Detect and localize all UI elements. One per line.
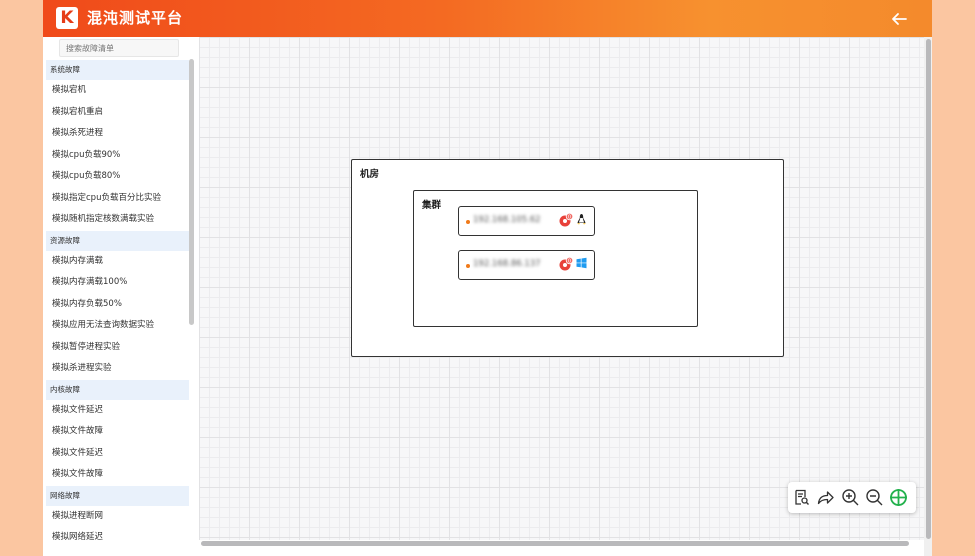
list-item[interactable]: 模拟内存满载100% — [46, 272, 189, 294]
list-item[interactable]: 模拟宕机 — [46, 80, 189, 102]
list-item[interactable]: 模拟内存负载50% — [46, 294, 189, 316]
sidebar-scrollbar[interactable] — [189, 59, 194, 325]
category-network[interactable]: 网络故障 — [46, 485, 189, 506]
zoom-out-button[interactable] — [865, 488, 884, 507]
room-node[interactable]: 机房 集群 192.168.105.62 0 192.168.86.137 0 — [351, 159, 784, 357]
back-button[interactable] — [888, 8, 910, 30]
fault-search-input[interactable] — [59, 39, 179, 57]
fit-center-button[interactable] — [889, 488, 908, 507]
category-kernel[interactable]: 内核故障 — [46, 379, 189, 400]
category-system[interactable]: 系统故障 — [46, 60, 189, 80]
share-button[interactable] — [816, 488, 835, 507]
list-item[interactable]: 模拟随机指定核数满载实验 — [46, 209, 189, 231]
canvas-vertical-scrollbar[interactable] — [924, 37, 932, 556]
list-item[interactable]: 模拟cpu负载80% — [46, 166, 189, 188]
canvas-horizontal-scrollbar[interactable] — [199, 540, 924, 556]
host-ip: 192.168.86.137 — [473, 259, 541, 269]
room-label: 机房 — [360, 169, 380, 180]
app-logo: K — [56, 7, 78, 29]
list-item[interactable]: 模拟文件故障 — [46, 464, 189, 486]
svg-text:0: 0 — [568, 258, 571, 264]
fault-list: 系统故障 模拟宕机 模拟宕机重启 模拟杀死进程 模拟cpu负载90% 模拟cpu… — [46, 60, 189, 549]
list-item[interactable]: 模拟杀死进程 — [46, 123, 189, 145]
scroll-thumb[interactable] — [926, 39, 931, 539]
svg-text:0: 0 — [568, 214, 571, 220]
host-node[interactable]: 192.168.105.62 0 — [458, 206, 595, 236]
topology-canvas[interactable]: 机房 集群 192.168.105.62 0 192.168.86.137 0 — [199, 37, 924, 540]
list-item[interactable]: 模拟应用无法查询数据实验 — [46, 315, 189, 337]
share-forward-icon — [817, 491, 834, 505]
zoom-out-icon — [866, 489, 883, 506]
category-resource[interactable]: 资源故障 — [46, 230, 189, 251]
list-item[interactable]: 模拟文件故障 — [46, 421, 189, 443]
cluster-node[interactable]: 集群 192.168.105.62 0 192.168.86.137 0 — [413, 190, 698, 327]
list-item[interactable]: 模拟杀进程实验 — [46, 358, 189, 380]
linux-icon — [577, 214, 586, 225]
zoom-in-icon — [842, 489, 859, 506]
graph-toolbar — [788, 482, 916, 513]
host-node[interactable]: 192.168.86.137 0 — [458, 250, 595, 280]
fault-sidebar: 系统故障 模拟宕机 模拟宕机重启 模拟杀死进程 模拟cpu负载90% 模拟cpu… — [43, 37, 199, 556]
search-document-icon — [795, 489, 809, 505]
fault-badge-icon[interactable]: 0 — [559, 213, 573, 227]
status-dot — [466, 264, 470, 268]
app-window: K 混沌测试平台 系统故障 模拟宕机 模拟宕机重启 模拟杀死进程 模拟cpu负载… — [43, 0, 932, 556]
list-item[interactable]: 模拟文件延迟 — [46, 443, 189, 465]
list-item[interactable]: 模拟内存满载 — [46, 251, 189, 273]
list-item[interactable]: 模拟暂停进程实验 — [46, 337, 189, 359]
scroll-thumb[interactable] — [201, 541, 909, 546]
cluster-label: 集群 — [422, 200, 442, 211]
zoom-in-button[interactable] — [841, 488, 860, 507]
status-dot — [466, 220, 470, 224]
preview-button[interactable] — [792, 488, 811, 507]
host-ip: 192.168.105.62 — [473, 215, 541, 225]
list-item[interactable]: 模拟指定cpu负载百分比实验 — [46, 188, 189, 210]
windows-icon — [576, 257, 587, 269]
fit-center-icon — [890, 489, 907, 506]
app-title: 混沌测试平台 — [87, 9, 184, 27]
arrow-left-icon — [892, 13, 907, 25]
list-item[interactable]: 模拟网络延迟 — [46, 527, 189, 549]
list-item[interactable]: 模拟进程断网 — [46, 506, 189, 528]
header-bar: K 混沌测试平台 — [43, 0, 932, 37]
fault-badge-icon[interactable]: 0 — [559, 257, 573, 271]
list-item[interactable]: 模拟宕机重启 — [46, 102, 189, 124]
list-item[interactable]: 模拟文件延迟 — [46, 400, 189, 422]
list-item[interactable]: 模拟cpu负载90% — [46, 145, 189, 167]
